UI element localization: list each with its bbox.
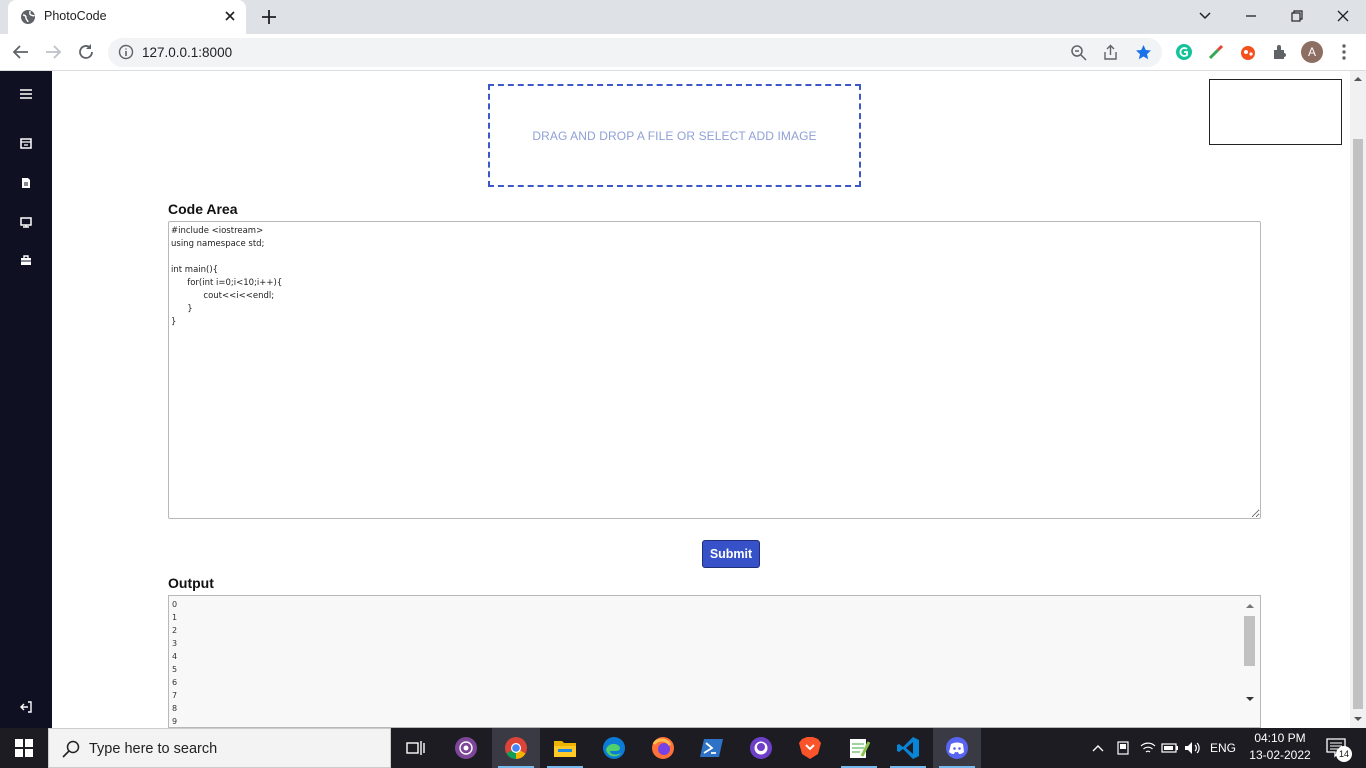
url-text: 127.0.0.1:8000 xyxy=(142,45,233,60)
edge-icon[interactable] xyxy=(590,728,638,768)
grammarly-icon[interactable] xyxy=(1174,42,1194,62)
clock-date: 13-02-2022 xyxy=(1249,748,1311,762)
github-desktop-icon[interactable] xyxy=(737,728,785,768)
tab-title: PhotoCode xyxy=(44,9,107,23)
extension-orange-icon[interactable] xyxy=(1238,42,1258,62)
minimize-icon[interactable] xyxy=(1240,6,1262,26)
vscode-icon[interactable] xyxy=(884,728,932,768)
tor-browser-icon[interactable] xyxy=(442,728,490,768)
image-dropzone[interactable]: DRAG AND DROP A FILE OR SELECT ADD IMAGE xyxy=(488,84,861,187)
site-info-icon[interactable] xyxy=(118,44,134,60)
output-label: Output xyxy=(168,575,214,591)
page-content: DRAG AND DROP A FILE OR SELECT ADD IMAGE… xyxy=(0,71,1350,728)
share-icon[interactable] xyxy=(1102,44,1119,61)
browser-tab[interactable]: PhotoCode xyxy=(8,0,246,34)
monitor-icon[interactable] xyxy=(18,214,34,230)
output-line: 4 xyxy=(172,652,178,661)
submit-button[interactable]: Submit xyxy=(702,540,760,568)
tab-search-icon[interactable] xyxy=(1194,6,1216,26)
output-line: 0 xyxy=(172,600,178,609)
output-scrollbar[interactable] xyxy=(1243,600,1256,727)
brave-icon[interactable] xyxy=(786,728,834,768)
browser-toolbar: 127.0.0.1:8000 A xyxy=(0,34,1366,71)
output-line: 5 xyxy=(172,665,178,674)
browser-menu-icon[interactable] xyxy=(1334,42,1354,62)
scroll-up-icon[interactable] xyxy=(1246,603,1254,609)
page-scroll-thumb[interactable] xyxy=(1353,139,1363,709)
output-lines: 0 1 2 3 4 5 6 7 8 9 xyxy=(172,598,1257,727)
chrome-icon[interactable] xyxy=(492,728,540,768)
windows-logo-icon xyxy=(15,739,33,757)
volume-icon[interactable] xyxy=(1183,728,1203,768)
file-explorer-icon[interactable] xyxy=(541,728,589,768)
clock-time: 04:10 PM xyxy=(1254,731,1306,745)
output-line: 3 xyxy=(172,639,178,648)
forward-icon[interactable] xyxy=(44,43,62,61)
output-line: 6 xyxy=(172,678,178,687)
start-button[interactable] xyxy=(0,728,48,768)
search-icon xyxy=(62,740,80,758)
restore-icon[interactable] xyxy=(1286,6,1308,26)
scroll-down-icon[interactable] xyxy=(1246,696,1254,702)
device-icon[interactable] xyxy=(1113,728,1133,768)
back-icon[interactable] xyxy=(12,43,30,61)
zoom-icon[interactable] xyxy=(1070,44,1087,61)
wifi-icon[interactable] xyxy=(1138,728,1158,768)
battery-icon[interactable] xyxy=(1160,728,1180,768)
powershell-icon[interactable] xyxy=(688,728,736,768)
sidebar xyxy=(0,71,52,728)
logout-icon[interactable] xyxy=(18,699,34,715)
output-line: 9 xyxy=(172,717,178,726)
color-picker-icon[interactable] xyxy=(1206,42,1226,62)
new-tab-icon[interactable] xyxy=(260,8,278,26)
taskbar-search[interactable]: Type here to search xyxy=(48,728,391,768)
address-bar[interactable]: 127.0.0.1:8000 xyxy=(108,38,1162,67)
menu-icon[interactable] xyxy=(18,86,34,102)
task-view-icon[interactable] xyxy=(392,728,440,768)
document-icon[interactable] xyxy=(18,175,34,191)
output-line: 7 xyxy=(172,691,178,700)
extensions-puzzle-icon[interactable] xyxy=(1270,42,1290,62)
briefcase-icon[interactable] xyxy=(18,252,34,268)
close-window-icon[interactable] xyxy=(1332,6,1354,26)
output-line: 1 xyxy=(172,613,178,622)
profile-avatar[interactable]: A xyxy=(1301,41,1323,63)
output-scroll-thumb[interactable] xyxy=(1244,616,1255,666)
discord-icon[interactable] xyxy=(933,728,981,768)
notepad-plus-plus-icon[interactable] xyxy=(835,728,883,768)
page-scrollbar[interactable] xyxy=(1350,71,1366,728)
output-line: 2 xyxy=(172,626,178,635)
reload-icon[interactable] xyxy=(77,43,95,61)
code-textarea[interactable] xyxy=(168,221,1261,519)
code-area-label: Code Area xyxy=(168,201,238,217)
search-placeholder: Type here to search xyxy=(89,741,218,757)
calendar-icon[interactable] xyxy=(18,135,34,151)
output-textarea: 0 1 2 3 4 5 6 7 8 9 xyxy=(168,595,1261,728)
image-preview xyxy=(1209,79,1342,145)
firefox-icon[interactable] xyxy=(639,728,687,768)
language-indicator[interactable]: ENG xyxy=(1207,728,1239,768)
output-line: 8 xyxy=(172,704,178,713)
close-tab-icon[interactable] xyxy=(222,8,238,24)
tray-overflow-icon[interactable] xyxy=(1088,728,1108,768)
page-scroll-up-icon[interactable] xyxy=(1354,76,1362,82)
notification-count: 14 xyxy=(1336,746,1352,762)
windows-taskbar: Type here to search ENG 04:10 PM 13-02-2… xyxy=(0,728,1366,768)
browser-tab-strip: PhotoCode xyxy=(0,0,1366,34)
page-scroll-down-icon[interactable] xyxy=(1354,716,1362,722)
notifications-icon[interactable]: 14 xyxy=(1322,728,1352,768)
dropzone-text: DRAG AND DROP A FILE OR SELECT ADD IMAGE xyxy=(532,128,817,143)
bookmark-star-icon[interactable] xyxy=(1135,44,1152,61)
system-clock[interactable]: 04:10 PM 13-02-2022 xyxy=(1240,730,1320,766)
globe-icon xyxy=(21,10,35,24)
